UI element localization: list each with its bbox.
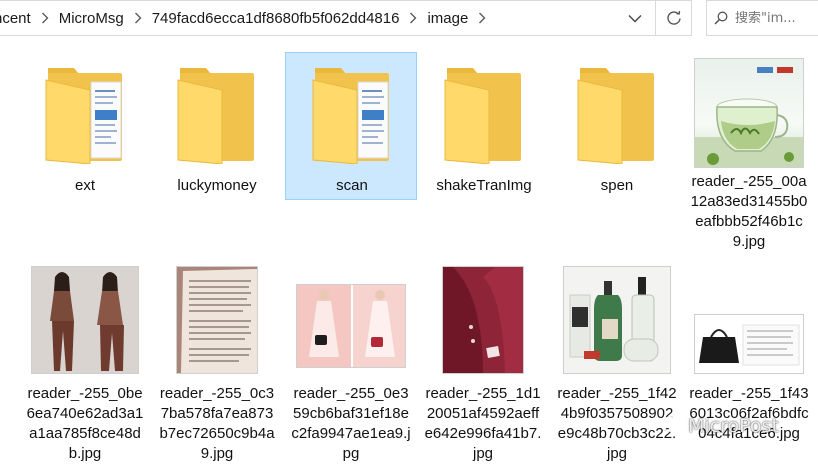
file-item-label: reader_-255_0be6ea740e62ad3a1a1aa785f8ce…: [26, 385, 144, 462]
address-history-button[interactable]: [615, 1, 655, 35]
image-thumbnail: [20, 266, 150, 374]
breadcrumb-item-image[interactable]: image: [425, 10, 470, 27]
file-item-folder[interactable]: spen: [552, 60, 682, 196]
search-box[interactable]: [706, 0, 818, 36]
file-item-label: shakeTranImg: [436, 177, 532, 194]
image-thumbnail: [418, 266, 548, 374]
chevron-right-icon[interactable]: [126, 12, 150, 24]
file-item-label: scan: [336, 177, 368, 194]
folder-with-documents-icon: [20, 60, 150, 164]
breadcrumb: ncent MicroMsg 749facd6ecca1df8680fb5f06…: [0, 1, 615, 35]
file-item-image[interactable]: reader_-255_00a12a83ed31455b0eafbbb52f46…: [684, 58, 814, 252]
image-thumbnail: [152, 266, 282, 374]
image-thumbnail: [552, 266, 682, 374]
book-page-image: [177, 267, 257, 373]
dress-with-bag-image: [297, 285, 405, 367]
file-item-folder[interactable]: shakeTranImg: [419, 60, 549, 196]
file-item-image[interactable]: reader_-255_0e359cb6baf31ef18ec2fa9947ae…: [286, 266, 416, 464]
file-item-image[interactable]: reader_-255_1d120051af4592aeffe642e996fa…: [418, 266, 548, 464]
file-item-label: luckymoney: [177, 177, 257, 194]
file-item-label: reader_-255_0e359cb6baf31ef18ec2fa9947ae…: [291, 385, 411, 462]
file-item-label: reader_-255_1d120051af4592aeffe642e996fa…: [424, 385, 542, 462]
breadcrumb-item-micromsg[interactable]: MicroMsg: [57, 10, 126, 27]
fashion-outfit-image: [32, 267, 138, 373]
refresh-button[interactable]: [656, 0, 692, 36]
chevron-right-icon[interactable]: [470, 12, 494, 24]
watermark: MicroPost: [660, 414, 779, 438]
chevron-right-icon[interactable]: [33, 12, 57, 24]
image-thumbnail: [684, 58, 814, 168]
file-item-image[interactable]: reader_-255_0c37ba578fa7ea873b7ec72650c9…: [152, 266, 282, 464]
skincare-bottles-image: [564, 267, 670, 373]
folder-icon: [552, 60, 682, 164]
breadcrumb-item-user-folder[interactable]: 749facd6ecca1df8680fb5f062dd4816: [150, 10, 402, 27]
breadcrumb-item-tencent[interactable]: ncent: [0, 10, 33, 27]
red-jacket-image: [443, 267, 523, 373]
file-item-folder[interactable]: ext: [20, 60, 150, 196]
black-handbag-image: [695, 315, 803, 373]
search-input[interactable]: [735, 10, 818, 26]
tea-glass-image: [695, 67, 803, 167]
folder-icon: [419, 60, 549, 164]
file-item-label: reader_-255_0c37ba578fa7ea873b7ec72650c9…: [159, 385, 275, 462]
file-item-folder[interactable]: luckymoney: [152, 60, 282, 196]
address-bar[interactable]: ncent MicroMsg 749facd6ecca1df8680fb5f06…: [0, 0, 656, 36]
search-icon: [707, 11, 735, 25]
refresh-icon: [666, 11, 681, 25]
chat-bubbles-icon: [660, 416, 684, 435]
file-item-label: ext: [74, 177, 95, 194]
file-item-label: spen: [600, 177, 634, 194]
image-thumbnail: [286, 266, 416, 374]
explorer-toolbar: ncent MicroMsg 749facd6ecca1df8680fb5f06…: [0, 0, 818, 36]
file-item-label: reader_-255_00a12a83ed31455b0eafbbb52f46…: [690, 173, 808, 250]
chevron-right-icon[interactable]: [401, 12, 425, 24]
file-item-label: reader_-255_1f424b9f0357508902e9c48b70cb…: [557, 385, 677, 462]
folder-with-documents-icon: [287, 60, 417, 164]
watermark-text: MicroPost: [688, 415, 779, 437]
folder-icon: [152, 60, 282, 164]
chevron-down-icon: [628, 14, 642, 22]
image-thumbnail: [684, 266, 814, 374]
file-item-folder-selected[interactable]: scan: [285, 52, 417, 200]
file-item-image[interactable]: reader_-255_0be6ea740e62ad3a1a1aa785f8ce…: [20, 266, 150, 464]
